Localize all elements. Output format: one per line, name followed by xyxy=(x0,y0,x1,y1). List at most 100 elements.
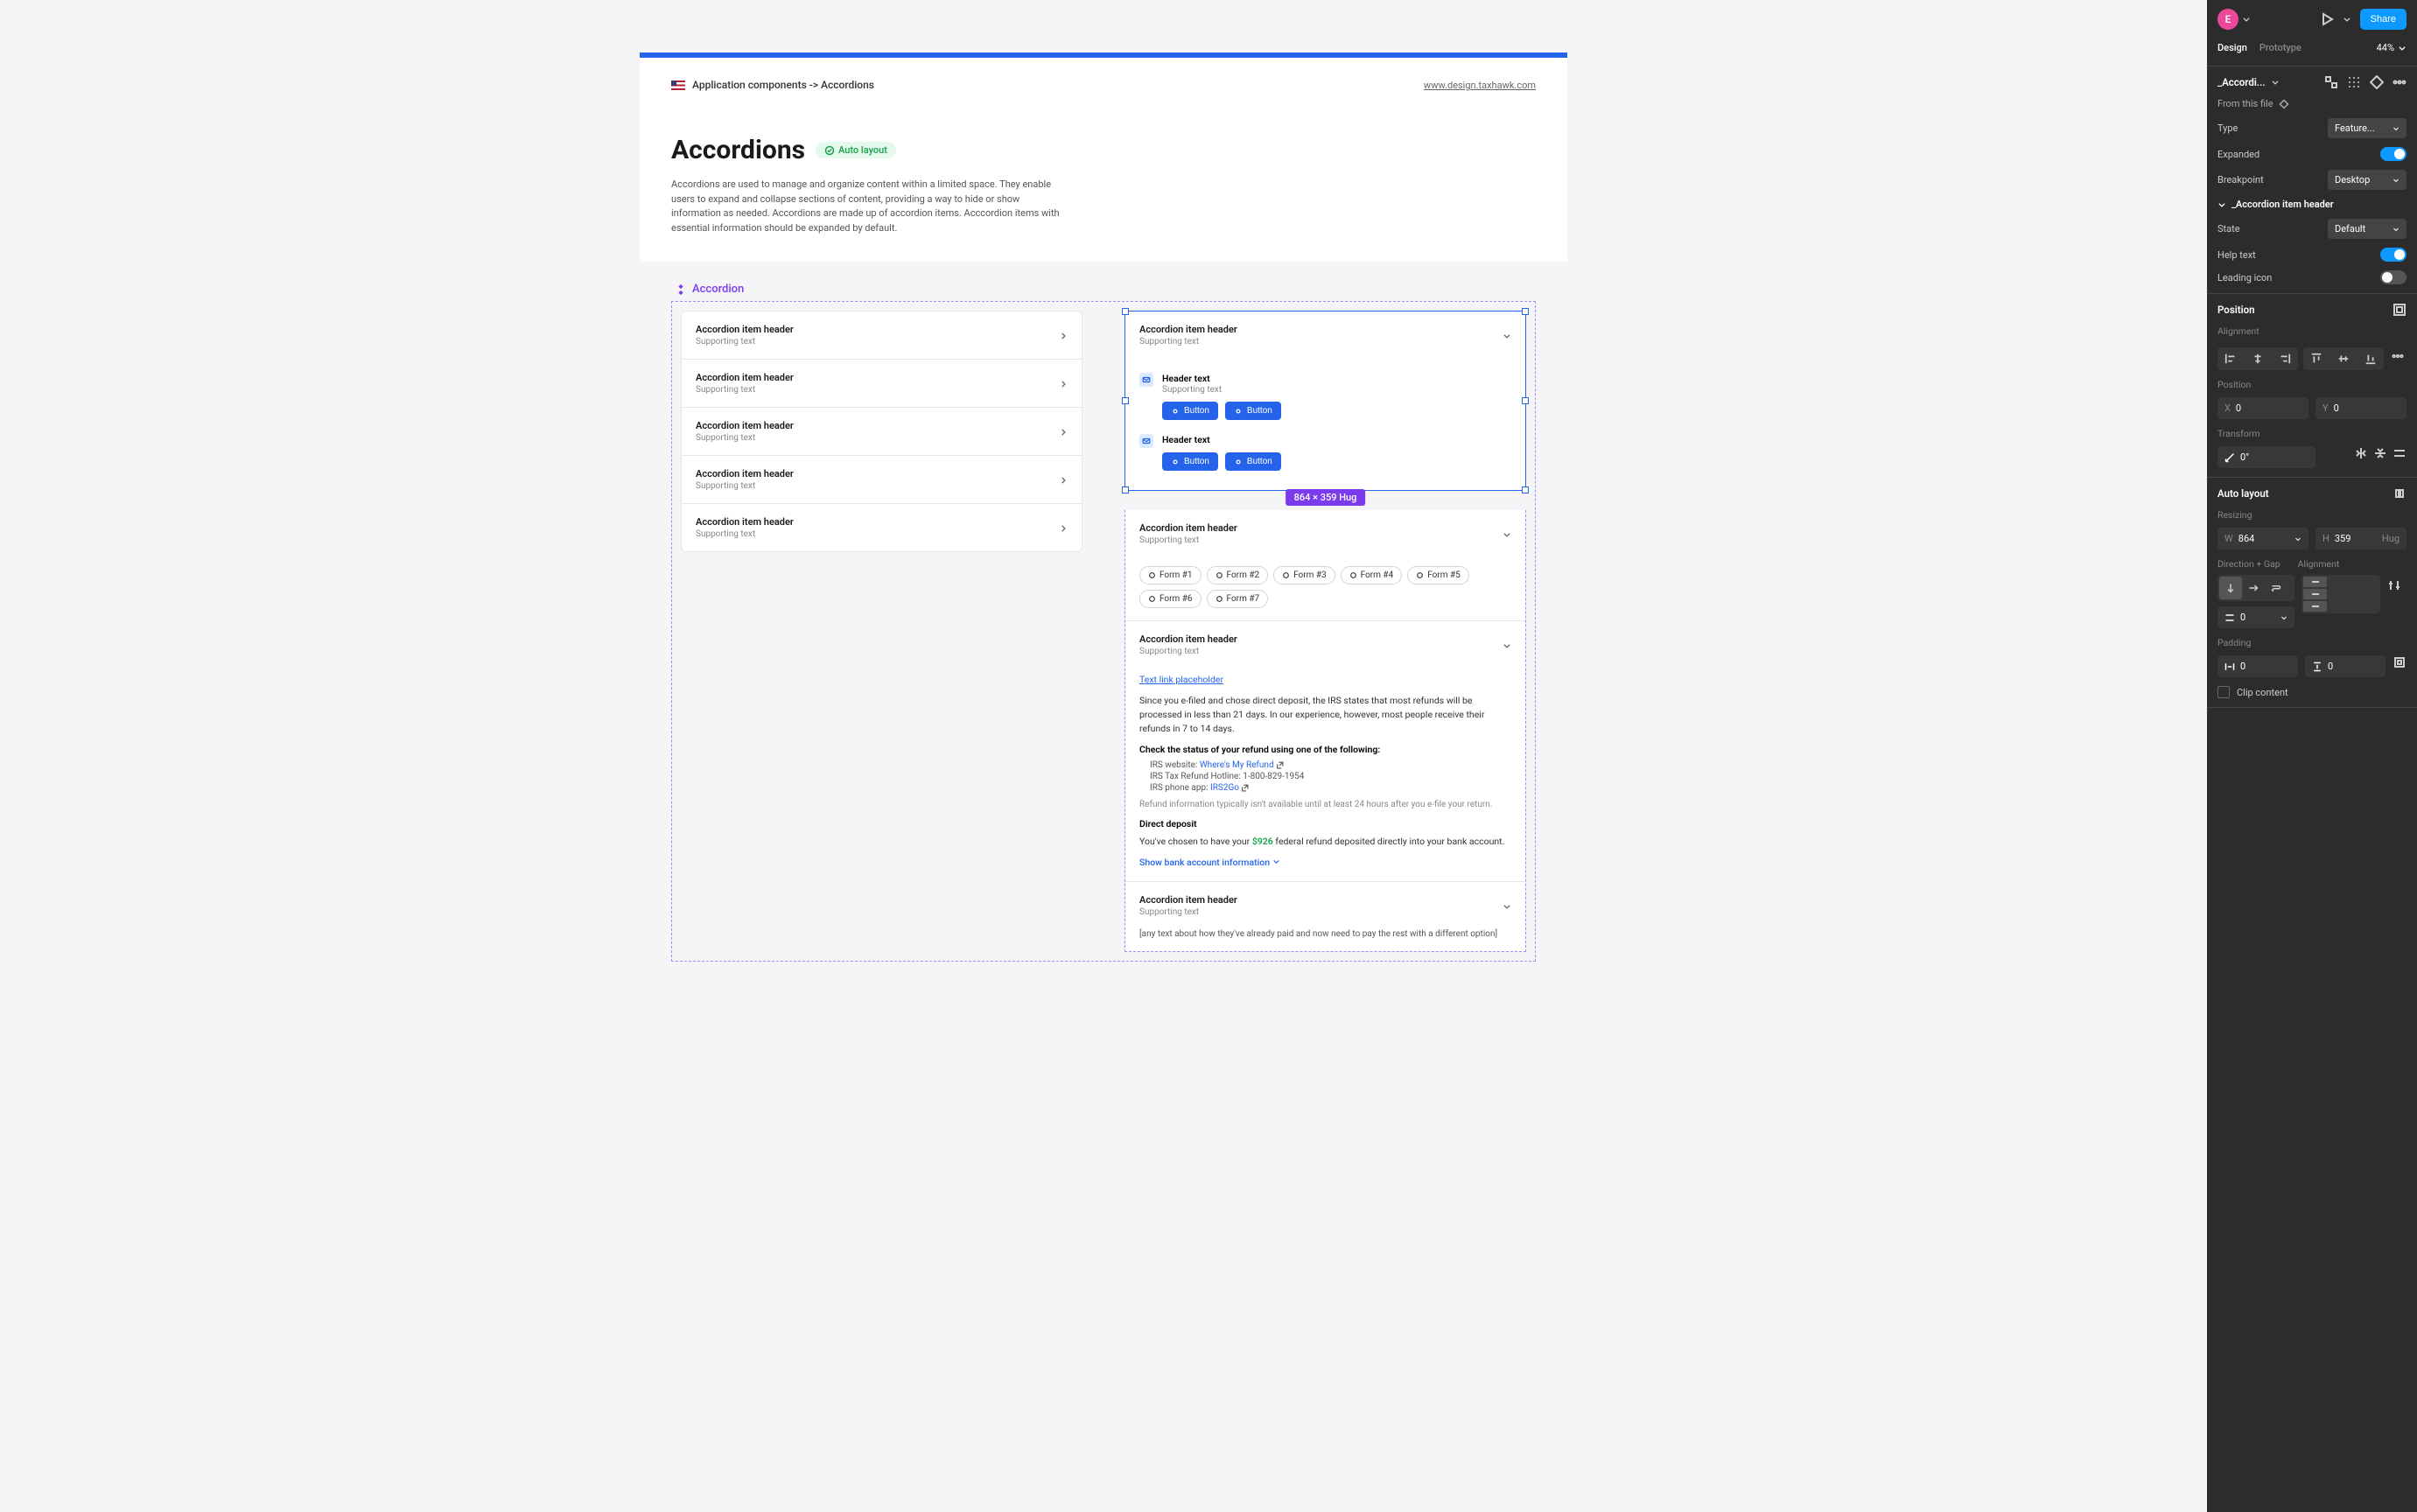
wheres-refund-link[interactable]: Where's My Refund xyxy=(1200,760,1274,770)
share-button[interactable]: Share xyxy=(2360,9,2406,30)
direction-vertical-button[interactable] xyxy=(2219,577,2242,599)
align-bottom-button[interactable] xyxy=(2357,347,2384,370)
nested-component-row[interactable]: _Accordion item header xyxy=(2217,199,2406,210)
gap-input[interactable]: 0 xyxy=(2217,606,2294,628)
accordion-support: Supporting text xyxy=(1139,647,1237,656)
clip-content-checkbox[interactable] xyxy=(2217,686,2230,698)
action-button[interactable]: Button xyxy=(1162,402,1218,420)
selection-dimensions: 864 × 359 Hug xyxy=(1286,489,1366,506)
action-button[interactable]: Button xyxy=(1162,452,1218,471)
align-vcenter-button[interactable] xyxy=(2330,347,2357,370)
autolayout-advanced-icon[interactable] xyxy=(2387,578,2401,592)
swap-instance-icon[interactable] xyxy=(2324,75,2338,89)
padding-vertical-input[interactable]: 0 xyxy=(2305,655,2385,677)
accordion-support: Supporting text xyxy=(1139,337,1237,346)
selection-handle[interactable] xyxy=(1522,486,1529,494)
align-top-button[interactable] xyxy=(2303,347,2330,370)
irs2go-link[interactable]: IRS2Go xyxy=(1210,783,1239,793)
selection-handle[interactable] xyxy=(1122,308,1129,315)
expanded-toggle[interactable] xyxy=(2380,147,2406,161)
breakpoint-select[interactable]: Desktop xyxy=(2328,170,2406,190)
help-text-toggle[interactable] xyxy=(2380,248,2406,262)
chevron-down-icon[interactable] xyxy=(2343,15,2351,24)
header-link[interactable]: www.design.taxhawk.com xyxy=(1424,80,1536,91)
body-paragraph: Since you e-filed and chose direct depos… xyxy=(1139,694,1511,735)
flip-horizontal-icon[interactable] xyxy=(2354,446,2368,460)
selection-handle[interactable] xyxy=(1122,486,1129,494)
form-chip[interactable]: Form #2 xyxy=(1207,566,1269,584)
accordion-support: Supporting text xyxy=(1139,907,1237,917)
action-button[interactable]: Button xyxy=(1225,402,1281,420)
align-left-button[interactable] xyxy=(2217,347,2245,370)
individual-padding-icon[interactable] xyxy=(2392,655,2406,669)
align-right-button[interactable] xyxy=(2271,347,2298,370)
more-alignment-icon[interactable] xyxy=(2389,350,2406,362)
design-canvas[interactable]: Application components -> Accordions www… xyxy=(0,0,2207,1512)
absolute-position-icon[interactable] xyxy=(2392,303,2406,317)
tab-prototype[interactable]: Prototype xyxy=(2259,38,2301,57)
form-chip[interactable]: Form #1 xyxy=(1139,566,1201,584)
selected-accordion-expanded-feature[interactable]: Accordion item headerSupporting text Hea… xyxy=(1124,311,1526,491)
component-variants-frame[interactable]: Accordion item headerSupporting text Acc… xyxy=(671,301,1536,962)
refund-note: Refund information typically isn't avail… xyxy=(1139,800,1511,809)
form-chip[interactable]: Form #7 xyxy=(1207,590,1269,608)
direction-gap-label: Direction + Gap xyxy=(2217,558,2280,570)
width-input[interactable]: W864 xyxy=(2217,528,2308,550)
height-input[interactable]: H359Hug xyxy=(2315,528,2406,550)
show-bank-link[interactable]: Show bank account information xyxy=(1139,857,1280,868)
user-avatar[interactable]: E xyxy=(2217,9,2238,30)
type-select[interactable]: Feature... xyxy=(2328,118,2406,138)
grid-icon[interactable] xyxy=(2347,75,2361,89)
form-chip[interactable]: Form #4 xyxy=(1341,566,1403,584)
external-link-icon xyxy=(1276,761,1284,769)
chevron-down-icon[interactable] xyxy=(2242,15,2251,24)
flip-vertical-icon[interactable] xyxy=(2373,446,2387,460)
button-label: Button xyxy=(1247,457,1272,466)
selection-handle[interactable] xyxy=(1122,397,1129,404)
accordion-item[interactable]: Accordion item headerSupporting text xyxy=(682,456,1082,504)
alignment-grid[interactable] xyxy=(2301,575,2380,613)
direction-horizontal-button[interactable] xyxy=(2242,577,2265,599)
more-icon[interactable] xyxy=(2392,75,2406,89)
accordion-item[interactable]: Accordion item headerSupporting text xyxy=(682,504,1082,551)
form-chip[interactable]: Form #5 xyxy=(1407,566,1469,584)
text-link-placeholder[interactable]: Text link placeholder xyxy=(1139,674,1223,685)
align-hcenter-button[interactable] xyxy=(2245,347,2272,370)
action-button[interactable]: Button xyxy=(1225,452,1281,471)
padding-horizontal-input[interactable]: 0 xyxy=(2217,655,2298,677)
selection-handle[interactable] xyxy=(1522,397,1529,404)
leading-icon-toggle[interactable] xyxy=(2380,270,2406,284)
direction-wrap-button[interactable] xyxy=(2265,577,2287,599)
resizing-label: Resizing xyxy=(2217,509,2406,521)
x-input[interactable]: X0 xyxy=(2217,397,2308,419)
zoom-control[interactable]: 44% xyxy=(2377,42,2406,53)
more-transform-icon[interactable] xyxy=(2392,446,2406,460)
detach-icon[interactable] xyxy=(2370,75,2384,89)
sub-header: Header text xyxy=(1162,373,1281,384)
autolayout-settings-icon[interactable] xyxy=(2392,486,2406,500)
zoom-value: 44% xyxy=(2377,42,2394,53)
accordion-item[interactable]: Accordion item headerSupporting text xyxy=(682,312,1082,360)
form-chip[interactable]: Form #6 xyxy=(1139,590,1201,608)
chevron-right-icon xyxy=(1059,327,1068,344)
play-icon[interactable] xyxy=(2320,12,2334,26)
selection-handle[interactable] xyxy=(1522,308,1529,315)
form-chip[interactable]: Form #3 xyxy=(1273,566,1335,584)
position-title: Position xyxy=(2217,304,2255,316)
sub-support: Supporting text xyxy=(1162,385,1281,395)
component-title: _Accordi... xyxy=(2217,76,2266,88)
accordion-item[interactable]: Accordion item headerSupporting text xyxy=(682,408,1082,456)
tab-design[interactable]: Design xyxy=(2217,38,2247,57)
accordion-header: Accordion item header xyxy=(696,420,794,431)
accordion-collapsed-variant[interactable]: Accordion item headerSupporting text Acc… xyxy=(681,311,1082,552)
state-select[interactable]: Default xyxy=(2328,219,2406,239)
chevron-down-icon[interactable] xyxy=(2271,78,2280,87)
y-input[interactable]: Y0 xyxy=(2315,397,2406,419)
accordion-support: Supporting text xyxy=(696,529,794,539)
chevron-down-icon xyxy=(1503,637,1511,654)
accordion-item[interactable]: Accordion item headerSupporting text xyxy=(682,360,1082,408)
breakpoint-label: Breakpoint xyxy=(2217,174,2264,186)
accordion-header: Accordion item header xyxy=(1139,522,1237,534)
check-status-title: Check the status of your refund using on… xyxy=(1139,744,1511,755)
rotation-input[interactable]: 0° xyxy=(2217,446,2315,468)
